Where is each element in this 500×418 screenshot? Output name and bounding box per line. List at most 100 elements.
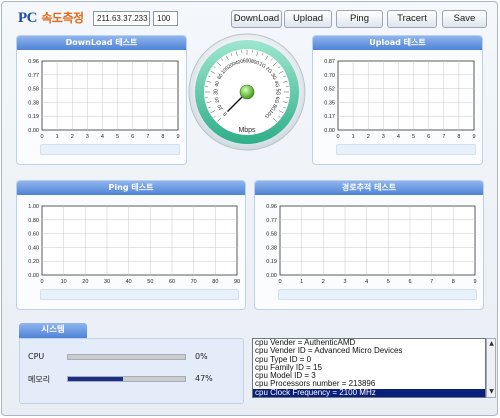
y-tick-label: 0.38 — [28, 100, 39, 106]
plot-area — [41, 60, 179, 131]
ping-button[interactable]: Ping — [336, 10, 383, 28]
x-tick-label: 8 — [161, 134, 164, 140]
y-tick-label: 0.96 — [28, 59, 39, 65]
upload-button[interactable]: Upload — [284, 10, 332, 28]
app-logo: PC 속도측정 — [18, 9, 84, 27]
tracert-status-bar — [278, 289, 477, 300]
gauge-center-knob — [239, 84, 255, 100]
y-tick-label: 0.58 — [266, 232, 277, 238]
x-tick-label: 1 — [300, 279, 303, 285]
x-tick-label: 8 — [452, 279, 455, 285]
ip-address-input[interactable]: 211.63.37.233 — [93, 11, 150, 26]
x-tick-label: 20 — [82, 279, 88, 285]
x-tick-label: 2 — [71, 134, 74, 140]
x-tick-label: 90 — [234, 279, 240, 285]
x-tick-label: 9 — [472, 134, 475, 140]
upload-status-bar — [336, 144, 476, 155]
logo-title-text: 속도측정 — [41, 11, 84, 25]
y-tick-label: 0.35 — [324, 100, 335, 106]
y-tick-label: 0.96 — [266, 204, 277, 210]
cpu-usage-bar — [67, 354, 186, 360]
memory-usage-fill — [68, 377, 123, 381]
y-tick-label: 1.00 — [28, 204, 39, 210]
tracert-test-title: 경로추적 테스트 — [255, 181, 483, 195]
speed-gauge-dial: 010203040601002004006008001G2G3G4G5G6G8G… — [188, 33, 306, 151]
x-tick-label: 3 — [382, 134, 385, 140]
gauge-scale-label: 30 — [214, 89, 220, 95]
x-tick-label: 3 — [343, 279, 346, 285]
download-button[interactable]: DownLoad — [231, 10, 282, 28]
download-test-title: DownLoad 테스트 — [17, 36, 186, 50]
plot-area — [41, 205, 238, 276]
x-tick-label: 4 — [397, 134, 400, 140]
tracert-button[interactable]: Tracert — [387, 10, 437, 28]
x-tick-label: 9 — [473, 279, 476, 285]
x-tick-label: 1 — [56, 134, 59, 140]
y-tick-label: 0.20 — [28, 259, 39, 265]
upload-test-panel: Upload 테스트 0.87 0.70 0.52 0.35 0.17 0.00 0 1 2 3 4… — [312, 35, 483, 165]
x-tick-label: 3 — [86, 134, 89, 140]
ping-status-bar — [40, 289, 239, 300]
scroll-down-icon[interactable]: ▼ — [488, 388, 495, 396]
x-tick-label: 4 — [365, 279, 368, 285]
x-tick-label: 70 — [191, 279, 197, 285]
download-test-panel: DownLoad 테스트 0.96 0.77 0.58 0.38 0.19 0.00 0 1 2… — [16, 35, 187, 165]
x-tick-label: 6 — [408, 279, 411, 285]
memory-label: 메모리 — [28, 375, 51, 384]
y-tick-label: 0.60 — [28, 232, 39, 238]
system-info-list[interactable]: cpu Vender = AuthenticAMD cpu Vender ID =… — [252, 338, 486, 398]
y-tick-label: 0.00 — [28, 273, 39, 279]
y-tick-label: 0.38 — [266, 245, 277, 251]
logo-pc-text: PC — [18, 10, 38, 26]
y-tick-label: 0.58 — [28, 87, 39, 93]
log-line[interactable]: cpu Clock Frequency = 2100 MHz — [253, 388, 485, 397]
save-button[interactable]: Save — [442, 10, 487, 28]
cpu-percent: 0% — [195, 352, 208, 361]
x-tick-label: 50 — [147, 279, 153, 285]
x-tick-label: 30 — [104, 279, 110, 285]
x-tick-label: 0 — [336, 134, 339, 140]
y-tick-label: 0.87 — [324, 59, 335, 65]
cpu-label: CPU — [28, 352, 45, 361]
gauge-scale-label: 5G — [275, 89, 281, 96]
y-tick-label: 0.52 — [324, 87, 335, 93]
memory-percent: 47% — [195, 374, 213, 383]
upload-test-title: Upload 테스트 — [313, 36, 482, 50]
y-tick-label: 0.17 — [324, 114, 335, 120]
x-tick-label: 0 — [40, 279, 43, 285]
x-tick-label: 0 — [40, 134, 43, 140]
x-tick-label: 0 — [278, 279, 281, 285]
x-tick-label: 1 — [352, 134, 355, 140]
x-tick-label: 5 — [387, 279, 390, 285]
ping-test-panel: Ping 테스트 1.00 0.80 0.60 0.40 0.20 0.00 0 10 20 30… — [16, 180, 246, 310]
x-tick-label: 2 — [322, 279, 325, 285]
speed-gauge: 0 10 20 30 40 60 100 200 400 600 800 1G 2G 3G 4G 5G 6G 8G… — [187, 32, 307, 156]
y-tick-label: 0.77 — [28, 73, 39, 79]
x-tick-label: 9 — [176, 134, 179, 140]
system-tab[interactable]: 시스템 — [19, 323, 87, 338]
x-tick-label: 5 — [412, 134, 415, 140]
x-tick-label: 60 — [169, 279, 175, 285]
y-tick-label: 0.00 — [28, 128, 39, 134]
y-tick-label: 0.80 — [28, 218, 39, 224]
count-input[interactable]: 100 — [153, 11, 178, 26]
log-scrollbar[interactable]: ▲ ▼ — [486, 338, 496, 398]
x-tick-label: 40 — [126, 279, 132, 285]
x-tick-label: 10 — [61, 279, 67, 285]
plot-area — [279, 205, 476, 276]
y-tick-label: 0.19 — [266, 259, 277, 265]
x-tick-label: 7 — [442, 134, 445, 140]
y-tick-label: 0.00 — [266, 273, 277, 279]
system-panel: CPU 0% 메모리 47% — [19, 338, 244, 404]
x-tick-label: 80 — [212, 279, 218, 285]
y-tick-label: 0.00 — [324, 128, 335, 134]
ping-test-title: Ping 테스트 — [17, 181, 245, 195]
y-tick-label: 0.70 — [324, 73, 335, 79]
x-tick-label: 6 — [131, 134, 134, 140]
scroll-up-icon[interactable]: ▲ — [488, 340, 495, 348]
x-tick-label: 8 — [457, 134, 460, 140]
x-tick-label: 7 — [430, 279, 433, 285]
y-tick-label: 0.77 — [266, 218, 277, 224]
x-tick-label: 2 — [367, 134, 370, 140]
x-tick-label: 7 — [146, 134, 149, 140]
